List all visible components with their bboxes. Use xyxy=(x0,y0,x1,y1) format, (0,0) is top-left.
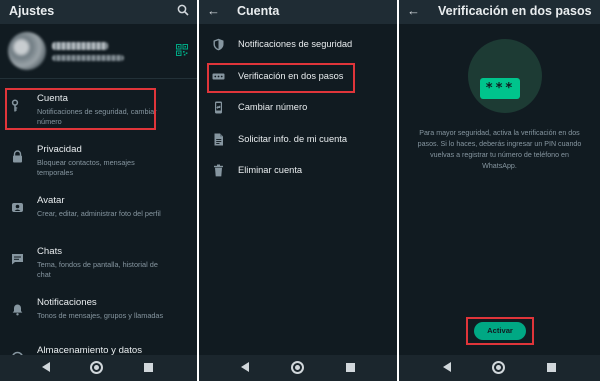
nav-back-icon[interactable] xyxy=(241,362,249,372)
avatar[interactable] xyxy=(8,32,46,70)
settings-item-notificaciones[interactable]: Notificaciones Tonos de mensajes, grupos… xyxy=(0,294,197,344)
nav-recent-icon[interactable] xyxy=(547,363,556,372)
settings-item-privacidad[interactable]: Privacidad Bloquear contactos, mensajes … xyxy=(0,141,197,191)
activate-button[interactable]: Activar xyxy=(474,322,526,340)
search-icon[interactable] xyxy=(177,4,189,16)
settings-item-avatar[interactable]: Avatar Crear, editar, administrar foto d… xyxy=(0,192,197,242)
settings-item-cuenta[interactable]: Cuenta Notificaciones de seguridad, camb… xyxy=(0,90,197,140)
settings-item-subtitle: Bloquear contactos, mensajes temporales xyxy=(37,158,135,177)
settings-item-label: Avatar xyxy=(37,195,65,206)
profile-row[interactable] xyxy=(0,30,197,72)
nav-back-icon[interactable] xyxy=(443,362,451,372)
two-step-verification-screen: ← Verificación en dos pasos *** Para may… xyxy=(399,0,600,381)
menu-item-label: Eliminar cuenta xyxy=(238,165,303,175)
password-dots-icon xyxy=(212,73,225,80)
android-nav-bar xyxy=(399,355,600,381)
change-number-icon xyxy=(215,101,222,114)
menu-item-eliminar-cuenta[interactable]: Eliminar cuenta xyxy=(199,159,397,183)
illustration-circle xyxy=(468,39,542,113)
menu-item-label: Cambiar número xyxy=(238,102,308,112)
lock-icon xyxy=(13,150,22,163)
trash-icon xyxy=(214,164,223,177)
android-nav-bar xyxy=(0,355,197,381)
account-screen: ← Cuenta Notificaciones de seguridad Ver… xyxy=(199,0,397,381)
qr-code-icon[interactable] xyxy=(176,44,188,56)
nav-back-icon[interactable] xyxy=(42,362,50,372)
app-bar: ← Verificación en dos pasos xyxy=(399,0,600,24)
profile-status-blurred xyxy=(52,55,124,61)
menu-item-verificacion-dos-pasos[interactable]: Verificación en dos pasos xyxy=(199,65,397,89)
screen-title: Cuenta xyxy=(237,4,280,18)
nav-home-icon[interactable] xyxy=(492,361,505,374)
back-arrow-icon[interactable]: ← xyxy=(207,3,220,18)
android-nav-bar xyxy=(199,355,397,381)
avatar-icon xyxy=(12,203,23,212)
settings-screen: Ajustes Cuenta Notificaciones de segurid… xyxy=(0,0,197,381)
profile-name-blurred xyxy=(52,42,108,50)
menu-item-solicitar-info[interactable]: Solicitar info. de mi cuenta xyxy=(199,128,397,152)
back-arrow-icon[interactable]: ← xyxy=(407,3,420,18)
settings-item-chats[interactable]: Chats Tema, fondos de pantalla, historia… xyxy=(0,243,197,293)
menu-item-label: Notificaciones de seguridad xyxy=(238,39,353,49)
chat-icon xyxy=(12,254,23,265)
screen-title: Ajustes xyxy=(9,4,55,18)
settings-item-subtitle: Tonos de mensajes, grupos y llamadas xyxy=(37,311,164,320)
settings-item-label: Cuenta xyxy=(37,93,68,104)
settings-item-subtitle: Crear, editar, administrar foto del perf… xyxy=(37,209,161,218)
nav-home-icon[interactable] xyxy=(291,361,304,374)
nav-recent-icon[interactable] xyxy=(144,363,153,372)
divider xyxy=(0,78,197,79)
settings-item-subtitle: Tema, fondos de pantalla, historial de c… xyxy=(37,260,158,279)
menu-item-label: Solicitar info. de mi cuenta xyxy=(238,134,348,144)
settings-item-subtitle: Notificaciones de seguridad, cambiar núm… xyxy=(37,107,157,126)
app-bar: Ajustes xyxy=(0,0,197,24)
settings-item-label: Chats xyxy=(37,246,63,257)
settings-item-label: Notificaciones xyxy=(37,297,97,308)
bell-icon xyxy=(12,304,23,316)
app-bar: ← Cuenta xyxy=(199,0,397,24)
menu-item-notificaciones-seguridad[interactable]: Notificaciones de seguridad xyxy=(199,33,397,57)
nav-recent-icon[interactable] xyxy=(346,363,355,372)
settings-item-label: Privacidad xyxy=(37,144,82,155)
document-icon xyxy=(214,133,223,146)
description-text: Para mayor seguridad, activa la verifica… xyxy=(417,129,582,170)
shield-icon xyxy=(213,38,224,51)
nav-home-icon[interactable] xyxy=(90,361,103,374)
key-icon xyxy=(11,99,19,112)
menu-item-label: Verificación en dos pasos xyxy=(238,71,344,81)
menu-item-cambiar-numero[interactable]: Cambiar número xyxy=(199,96,397,120)
screen-title: Verificación en dos pasos xyxy=(438,4,592,18)
pin-illustration: *** xyxy=(480,78,520,99)
